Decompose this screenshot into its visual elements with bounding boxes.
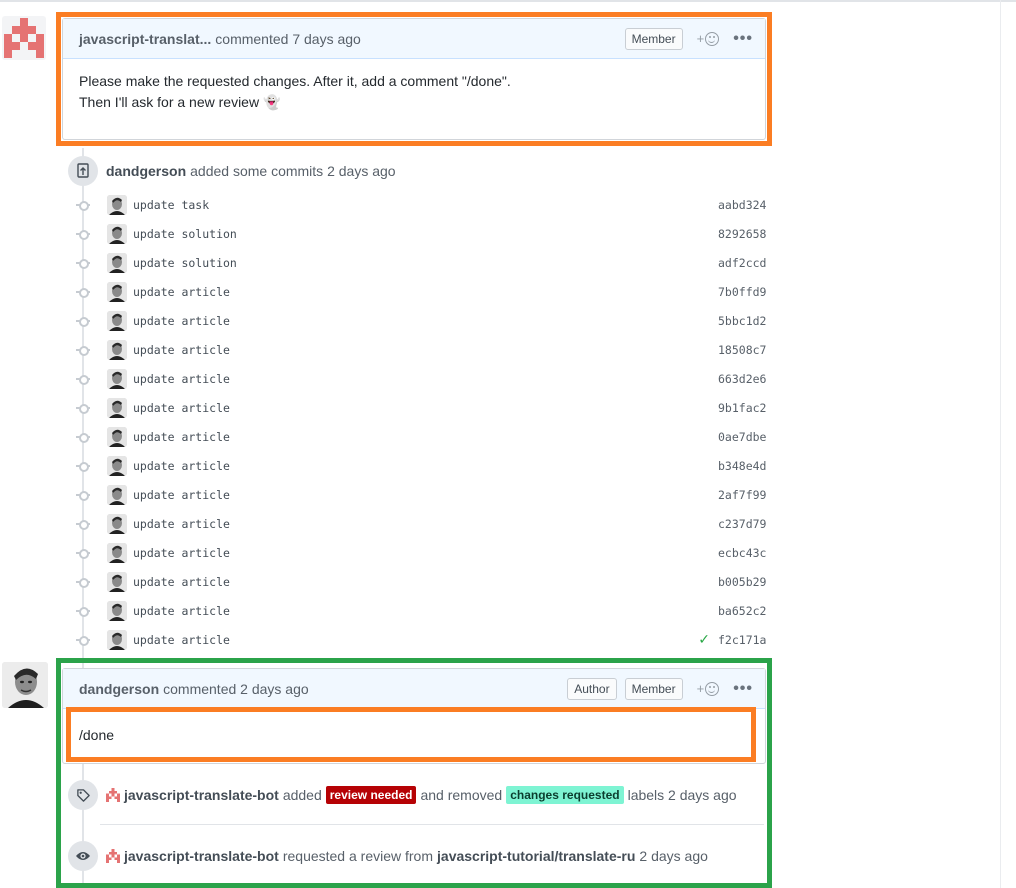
commit-message[interactable]: update solution xyxy=(133,227,718,241)
commit-sha[interactable]: b005b29 xyxy=(718,575,766,589)
commit-author-avatar[interactable] xyxy=(107,368,127,389)
commit-author-avatar[interactable] xyxy=(107,484,127,505)
commit-icon xyxy=(76,285,90,299)
commit-message[interactable]: update article xyxy=(133,372,718,386)
commit-row[interactable]: update article 7b0ffd9 xyxy=(76,277,766,306)
commits-author[interactable]: dandgerson xyxy=(106,163,186,179)
repo-push-icon xyxy=(68,156,98,186)
commit-icon xyxy=(76,198,90,212)
commit-sha[interactable]: aabd324 xyxy=(718,198,766,212)
commit-icon xyxy=(76,517,90,531)
commit-row[interactable]: update task aabd324 xyxy=(76,190,766,219)
commit-message[interactable]: update article xyxy=(133,459,718,473)
commit-row[interactable]: update article 5bbc1d2 xyxy=(76,306,766,335)
commit-message[interactable]: update article xyxy=(133,604,718,618)
commit-row[interactable]: update solution adf2ccd xyxy=(76,248,766,277)
commit-message[interactable]: update task xyxy=(133,198,718,212)
commit-icon xyxy=(76,314,90,328)
commit-sha[interactable]: 663d2e6 xyxy=(718,372,766,386)
commit-row[interactable]: update article ✓ f2c171a xyxy=(76,625,766,654)
commits-text: added some commits 2 days ago xyxy=(190,163,396,179)
commit-row[interactable]: update article b348e4d xyxy=(76,451,766,480)
commit-row[interactable]: update article c237d79 xyxy=(76,509,766,538)
commit-icon xyxy=(76,430,90,444)
commit-sha[interactable]: b348e4d xyxy=(718,459,766,473)
commit-icon xyxy=(76,546,90,560)
commit-author-avatar[interactable] xyxy=(107,426,127,447)
commits-event: dandgerson added some commits 2 days ago xyxy=(68,156,396,186)
commit-sha[interactable]: 0ae7dbe xyxy=(718,430,766,444)
commit-message[interactable]: update article xyxy=(133,314,718,328)
commit-sha[interactable]: 2af7f99 xyxy=(718,488,766,502)
commit-sha[interactable]: 5bbc1d2 xyxy=(718,314,766,328)
commit-list: update task aabd324 update solution 8292658… xyxy=(76,190,766,654)
commit-author-avatar[interactable] xyxy=(107,513,127,534)
commit-message[interactable]: update article xyxy=(133,488,718,502)
commit-row[interactable]: update article b005b29 xyxy=(76,567,766,596)
commit-sha[interactable]: ba652c2 xyxy=(718,604,766,618)
commit-icon xyxy=(76,488,90,502)
commit-author-avatar[interactable] xyxy=(107,600,127,621)
commit-row[interactable]: update article 0ae7dbe xyxy=(76,422,766,451)
commit-row[interactable]: update article 18508c7 xyxy=(76,335,766,364)
commit-author-avatar[interactable] xyxy=(107,310,127,331)
commit-icon xyxy=(76,401,90,415)
commit-message[interactable]: update solution xyxy=(133,256,718,270)
commit-author-avatar[interactable] xyxy=(107,397,127,418)
commit-message[interactable]: update article xyxy=(133,517,718,531)
commit-sha[interactable]: c237d79 xyxy=(718,517,766,531)
commit-sha[interactable]: 9b1fac2 xyxy=(718,401,766,415)
commit-row[interactable]: update article 2af7f99 xyxy=(76,480,766,509)
top-border xyxy=(0,0,1016,2)
bot-avatar[interactable] xyxy=(2,16,46,60)
commit-row[interactable]: update article 663d2e6 xyxy=(76,364,766,393)
user-avatar[interactable] xyxy=(2,662,48,708)
commit-icon xyxy=(76,633,90,647)
commit-author-avatar[interactable] xyxy=(107,542,127,563)
commit-icon xyxy=(76,343,90,357)
commit-author-avatar[interactable] xyxy=(107,281,127,302)
commit-author-avatar[interactable] xyxy=(107,339,127,360)
commit-author-avatar[interactable] xyxy=(107,629,127,650)
commit-sha[interactable]: ecbc43c xyxy=(718,546,766,560)
commit-icon xyxy=(76,227,90,241)
commit-author-avatar[interactable] xyxy=(107,252,127,273)
commit-sha[interactable]: f2c171a xyxy=(718,633,766,647)
commit-icon xyxy=(76,256,90,270)
commit-message[interactable]: update article xyxy=(133,285,718,299)
commit-sha[interactable]: 8292658 xyxy=(718,227,766,241)
commit-icon xyxy=(76,459,90,473)
right-border xyxy=(1000,0,1001,888)
commit-author-avatar[interactable] xyxy=(107,455,127,476)
commit-message[interactable]: update article xyxy=(133,401,718,415)
commit-row[interactable]: update article 9b1fac2 xyxy=(76,393,766,422)
commit-row[interactable]: update solution 8292658 xyxy=(76,219,766,248)
commit-author-avatar[interactable] xyxy=(107,194,127,215)
highlight-box-orange xyxy=(56,12,772,146)
commit-row[interactable]: update article ba652c2 xyxy=(76,596,766,625)
check-icon[interactable]: ✓ xyxy=(698,631,710,648)
commit-row[interactable]: update article ecbc43c xyxy=(76,538,766,567)
commit-sha[interactable]: 7b0ffd9 xyxy=(718,285,766,299)
commit-author-avatar[interactable] xyxy=(107,571,127,592)
commit-icon xyxy=(76,575,90,589)
commit-message[interactable]: update article xyxy=(133,575,718,589)
commit-message[interactable]: update article xyxy=(133,546,718,560)
commit-message[interactable]: update article xyxy=(133,430,718,444)
commit-sha[interactable]: 18508c7 xyxy=(718,343,766,357)
commit-icon xyxy=(76,604,90,618)
commit-icon xyxy=(76,372,90,386)
commit-author-avatar[interactable] xyxy=(107,223,127,244)
commit-message[interactable]: update article xyxy=(133,343,718,357)
commit-message[interactable]: update article xyxy=(133,633,698,647)
highlight-box-green xyxy=(56,658,772,888)
commit-sha[interactable]: adf2ccd xyxy=(718,256,766,270)
